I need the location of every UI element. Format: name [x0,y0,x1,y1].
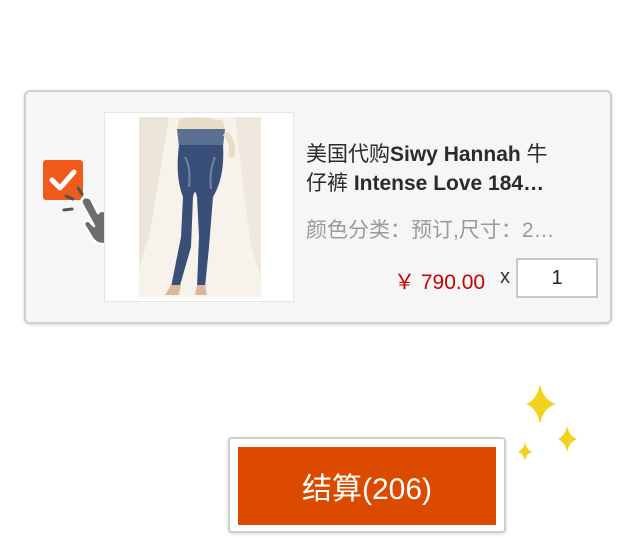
title-part-cn-2: 牛 [520,143,548,166]
product-thumbnail[interactable] [104,112,294,302]
checkout-button[interactable]: 结算(206) [238,447,496,525]
product-title[interactable]: 美国代购Siwy Hannah 牛 仔裤 Intense Love 184… [306,140,596,198]
item-price: ￥ 790.00 [394,271,486,294]
product-image-jeans [139,117,261,297]
cart-item-card: 美国代购Siwy Hannah 牛 仔裤 Intense Love 184… 颜… [24,90,612,324]
title-part-cn-3: 仔裤 [306,172,348,195]
checkout-panel: 结算(206) [228,437,506,533]
quantity-value: 1 [551,266,563,289]
checkout-label: 结算(206) [301,473,433,506]
title-part-cn-1: 美国代购 [306,143,390,166]
product-spec: 颜色分类：预订,尺寸：2… [306,219,555,242]
sparkle-icon [518,384,577,461]
quantity-multiplier: x [500,266,510,288]
title-part-en-2: Intense Love 184… [348,172,545,195]
title-part-en-1: Siwy Hannah [390,143,521,166]
quantity-input[interactable]: 1 [516,258,598,298]
